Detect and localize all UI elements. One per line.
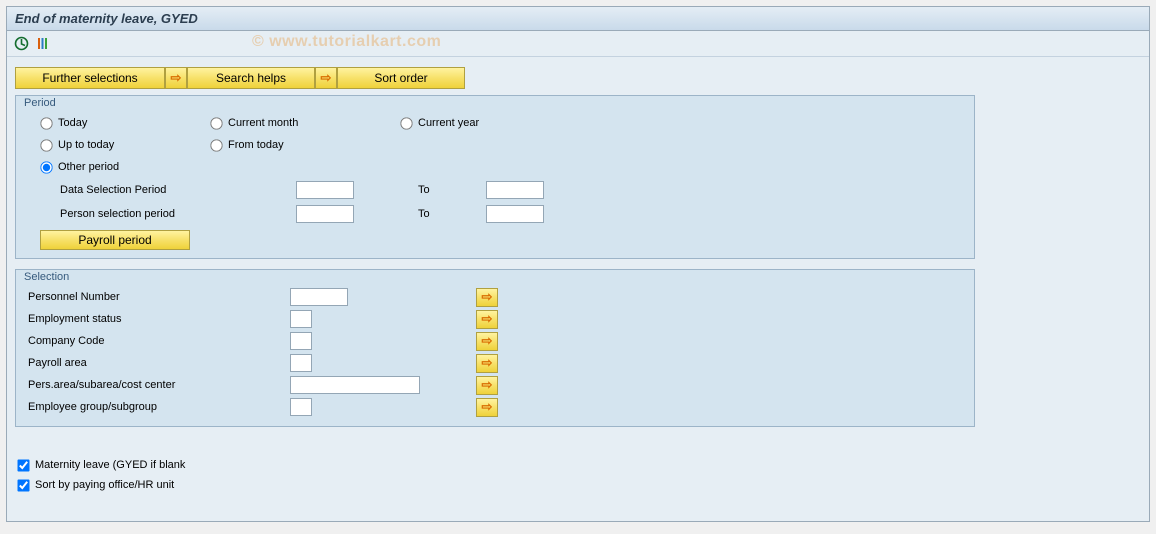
arrow-right-icon: ⇨ bbox=[171, 70, 182, 86]
search-helps-button[interactable]: Search helps bbox=[187, 67, 315, 89]
selection-title: Selection bbox=[22, 270, 71, 284]
variants-icon[interactable] bbox=[34, 35, 51, 52]
arrow-right-icon: ⇨ bbox=[321, 70, 332, 86]
selection-row: Employee group/subgroup ⇨ bbox=[26, 396, 964, 418]
execute-icon[interactable] bbox=[13, 35, 30, 52]
selection-row: Payroll area ⇨ bbox=[26, 352, 964, 374]
selection-label: Employee group/subgroup bbox=[26, 401, 290, 413]
period-title: Period bbox=[22, 96, 58, 110]
radio-other-period[interactable]: Other period bbox=[26, 161, 196, 174]
person-selection-label: Person selection period bbox=[60, 208, 296, 220]
payroll-period-button[interactable]: Payroll period bbox=[40, 230, 190, 250]
selection-label: Employment status bbox=[26, 313, 290, 325]
sort-order-arrow-button[interactable]: ⇨ bbox=[315, 67, 337, 89]
selection-input[interactable] bbox=[290, 310, 312, 328]
selection-row: Personnel Number ⇨ bbox=[26, 286, 964, 308]
toolbar: © www.tutorialkart.com bbox=[7, 31, 1149, 57]
multiple-selection-button[interactable]: ⇨ bbox=[476, 376, 498, 395]
multiple-selection-button[interactable]: ⇨ bbox=[476, 288, 498, 307]
radio-today[interactable]: Today bbox=[26, 117, 196, 130]
selection-row: Pers.area/subarea/cost center ⇨ bbox=[26, 374, 964, 396]
selection-row: Company Code ⇨ bbox=[26, 330, 964, 352]
selection-label: Personnel Number bbox=[26, 291, 290, 303]
arrow-right-icon: ⇨ bbox=[482, 311, 493, 327]
selection-input[interactable] bbox=[290, 288, 348, 306]
person-selection-from-input[interactable] bbox=[296, 205, 354, 223]
radio-current-year[interactable]: Current year bbox=[386, 117, 566, 130]
radio-current-month[interactable]: Current month bbox=[196, 117, 386, 130]
radio-from-today[interactable]: From today bbox=[196, 139, 386, 152]
arrow-right-icon: ⇨ bbox=[482, 377, 493, 393]
selection-label: Pers.area/subarea/cost center bbox=[26, 379, 290, 391]
top-button-row: Further selections ⇨ Search helps ⇨ Sort… bbox=[15, 67, 1141, 89]
main-window: End of maternity leave, GYED © www.tutor… bbox=[6, 6, 1150, 522]
selection-input[interactable] bbox=[290, 354, 312, 372]
arrow-right-icon: ⇨ bbox=[482, 289, 493, 305]
multiple-selection-button[interactable]: ⇨ bbox=[476, 354, 498, 373]
multiple-selection-button[interactable]: ⇨ bbox=[476, 332, 498, 351]
selection-input[interactable] bbox=[290, 376, 420, 394]
selection-input[interactable] bbox=[290, 398, 312, 416]
selection-label: Company Code bbox=[26, 335, 290, 347]
multiple-selection-button[interactable]: ⇨ bbox=[476, 398, 498, 417]
data-selection-label: Data Selection Period bbox=[60, 184, 296, 196]
title-bar: End of maternity leave, GYED bbox=[7, 7, 1149, 31]
selection-row: Employment status ⇨ bbox=[26, 308, 964, 330]
arrow-right-icon: ⇨ bbox=[482, 399, 493, 415]
selection-input[interactable] bbox=[290, 332, 312, 350]
data-selection-from-input[interactable] bbox=[296, 181, 354, 199]
selection-group: Selection Personnel Number⇨Employment st… bbox=[15, 269, 975, 427]
person-selection-to-input[interactable] bbox=[486, 205, 544, 223]
watermark: © www.tutorialkart.com bbox=[252, 33, 441, 51]
arrow-right-icon: ⇨ bbox=[482, 355, 493, 371]
selection-label: Payroll area bbox=[26, 357, 290, 369]
arrow-right-icon: ⇨ bbox=[482, 333, 493, 349]
data-selection-to-input[interactable] bbox=[486, 181, 544, 199]
check-sort-by[interactable]: Sort by paying office/HR unit bbox=[15, 475, 1141, 495]
radio-up-to-today[interactable]: Up to today bbox=[26, 139, 196, 152]
to-label: To bbox=[354, 184, 486, 196]
multiple-selection-button[interactable]: ⇨ bbox=[476, 310, 498, 329]
sort-order-button[interactable]: Sort order bbox=[337, 67, 465, 89]
bottom-checks: Maternity leave (GYED if blank Sort by p… bbox=[15, 449, 1141, 495]
check-maternity[interactable]: Maternity leave (GYED if blank bbox=[15, 455, 1141, 475]
to-label: To bbox=[354, 208, 486, 220]
page-title: End of maternity leave, GYED bbox=[15, 11, 198, 26]
period-group: Period Today Current month Current year … bbox=[15, 95, 975, 259]
search-helps-arrow-button[interactable]: ⇨ bbox=[165, 67, 187, 89]
content: Further selections ⇨ Search helps ⇨ Sort… bbox=[7, 57, 1149, 503]
further-selections-button[interactable]: Further selections bbox=[15, 67, 165, 89]
